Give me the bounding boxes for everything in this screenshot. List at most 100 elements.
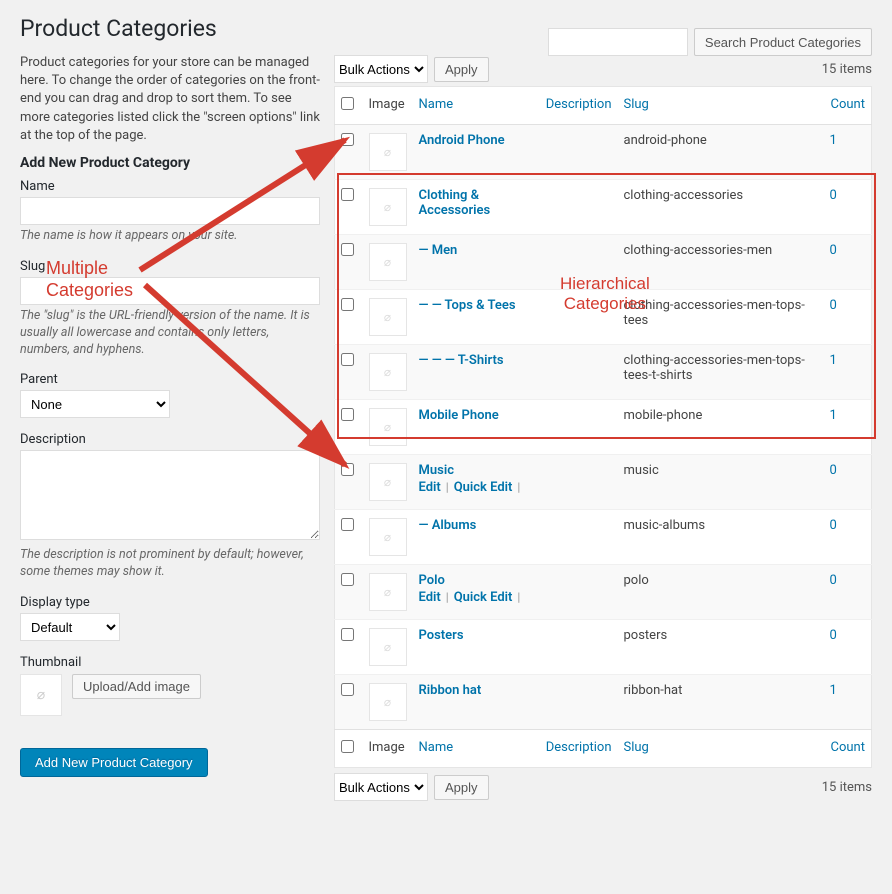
- parent-label: Parent: [20, 372, 320, 387]
- row-name-link[interactable]: Ribbon hat: [419, 683, 482, 698]
- slug-hint: The "slug" is the URL-friendly version o…: [20, 308, 320, 359]
- col-count[interactable]: Count: [824, 87, 872, 125]
- row-edit-link[interactable]: Edit: [419, 480, 441, 495]
- row-name-link[interactable]: Posters: [419, 628, 464, 643]
- search-input[interactable]: [548, 28, 688, 56]
- row-description: [540, 675, 618, 730]
- row-quick-edit-link[interactable]: Quick Edit: [454, 590, 513, 605]
- row-count-link[interactable]: 1: [830, 133, 837, 148]
- row-thumbnail: ⌀: [369, 353, 407, 391]
- search-button[interactable]: Search Product Categories: [694, 28, 872, 56]
- row-thumbnail: ⌀: [369, 463, 407, 501]
- col-slug[interactable]: Slug: [618, 87, 824, 125]
- row-description: [540, 290, 618, 345]
- description-textarea[interactable]: [20, 450, 320, 540]
- row-checkbox[interactable]: [341, 463, 354, 476]
- form-heading: Add New Product Category: [20, 155, 320, 171]
- name-input[interactable]: [20, 197, 320, 225]
- row-description: [540, 510, 618, 565]
- parent-select[interactable]: None: [20, 390, 170, 418]
- select-all-top[interactable]: [341, 97, 354, 110]
- categories-table: Image Name Description Slug Count ⌀ Andr…: [334, 86, 872, 768]
- row-actions: Edit | Quick Edit |: [419, 480, 534, 495]
- row-count-link[interactable]: 0: [830, 628, 837, 643]
- table-row: ⌀ Polo Edit | Quick Edit | polo 0: [335, 565, 872, 620]
- row-checkbox[interactable]: [341, 628, 354, 641]
- row-checkbox[interactable]: [341, 298, 354, 311]
- row-thumbnail: ⌀: [369, 298, 407, 336]
- row-count-link[interactable]: 0: [830, 243, 837, 258]
- apply-button-bottom[interactable]: Apply: [434, 775, 489, 800]
- slug-label: Slug: [20, 259, 320, 274]
- bulk-actions-select-top[interactable]: Bulk Actions: [334, 55, 428, 83]
- row-edit-link[interactable]: Edit: [419, 590, 441, 605]
- table-row: ⌀ — — Tops & Tees clothing-accessories-m…: [335, 290, 872, 345]
- table-row: ⌀ Ribbon hat ribbon-hat 1: [335, 675, 872, 730]
- row-name-link[interactable]: — — — T-Shirts: [419, 353, 504, 368]
- col-count-foot[interactable]: Count: [824, 730, 872, 768]
- col-image: Image: [363, 87, 413, 125]
- table-row: ⌀ Mobile Phone mobile-phone 1: [335, 400, 872, 455]
- row-name-link[interactable]: Polo: [419, 573, 445, 588]
- row-count-link[interactable]: 0: [830, 518, 837, 533]
- upload-image-button[interactable]: Upload/Add image: [72, 674, 201, 699]
- row-thumbnail: ⌀: [369, 243, 407, 281]
- row-count-link[interactable]: 0: [830, 463, 837, 478]
- row-checkbox[interactable]: [341, 243, 354, 256]
- row-slug: clothing-accessories-men: [618, 235, 824, 290]
- row-name-link[interactable]: — Albums: [419, 518, 477, 533]
- image-placeholder-icon: ⌀: [384, 145, 391, 159]
- row-name-link[interactable]: — Men: [419, 243, 458, 258]
- bulk-actions-select-bottom[interactable]: Bulk Actions: [334, 773, 428, 801]
- row-checkbox[interactable]: [341, 133, 354, 146]
- col-image-foot: Image: [363, 730, 413, 768]
- table-row: ⌀ — Men clothing-accessories-men 0: [335, 235, 872, 290]
- row-description: [540, 565, 618, 620]
- row-name-link[interactable]: Mobile Phone: [419, 408, 499, 423]
- row-name-link[interactable]: Android Phone: [419, 133, 505, 148]
- image-placeholder-icon: ⌀: [384, 365, 391, 379]
- row-count-link[interactable]: 1: [830, 683, 837, 698]
- row-name-link[interactable]: Clothing & Accessories: [419, 188, 491, 218]
- row-count-link[interactable]: 0: [830, 188, 837, 203]
- row-checkbox[interactable]: [341, 683, 354, 696]
- slug-input[interactable]: [20, 277, 320, 305]
- row-count-link[interactable]: 1: [830, 353, 837, 368]
- add-category-button[interactable]: Add New Product Category: [20, 748, 208, 777]
- col-name[interactable]: Name: [413, 87, 540, 125]
- table-row: ⌀ Clothing & Accessories clothing-access…: [335, 180, 872, 235]
- add-category-form: Add New Product Category Name The name i…: [20, 155, 320, 777]
- col-slug-foot[interactable]: Slug: [618, 730, 824, 768]
- table-row: ⌀ — Albums music-albums 0: [335, 510, 872, 565]
- row-checkbox[interactable]: [341, 188, 354, 201]
- row-count-link[interactable]: 0: [830, 298, 837, 313]
- image-placeholder-icon: ⌀: [384, 310, 391, 324]
- row-checkbox[interactable]: [341, 573, 354, 586]
- col-description[interactable]: Description: [540, 87, 618, 125]
- row-checkbox[interactable]: [341, 353, 354, 366]
- row-quick-edit-link[interactable]: Quick Edit: [454, 480, 513, 495]
- row-description: [540, 345, 618, 400]
- table-row: ⌀ — — — T-Shirts clothing-accessories-me…: [335, 345, 872, 400]
- image-placeholder-icon: ⌀: [384, 200, 391, 214]
- search-form: Search Product Categories: [548, 28, 872, 56]
- row-checkbox[interactable]: [341, 408, 354, 421]
- name-hint: The name is how it appears on your site.: [20, 228, 320, 245]
- row-slug: posters: [618, 620, 824, 675]
- col-description-foot[interactable]: Description: [540, 730, 618, 768]
- row-name-link[interactable]: — — Tops & Tees: [419, 298, 516, 313]
- row-name-link[interactable]: Music: [419, 463, 454, 478]
- image-placeholder-icon: ⌀: [384, 530, 391, 544]
- apply-button-top[interactable]: Apply: [434, 57, 489, 82]
- display-type-select[interactable]: Default: [20, 613, 120, 641]
- image-placeholder-icon: ⌀: [384, 420, 391, 434]
- row-count-link[interactable]: 1: [830, 408, 837, 423]
- row-checkbox[interactable]: [341, 518, 354, 531]
- row-count-link[interactable]: 0: [830, 573, 837, 588]
- thumbnail-preview: ⌀: [20, 674, 62, 716]
- table-row: ⌀ Android Phone android-phone 1: [335, 125, 872, 180]
- row-thumbnail: ⌀: [369, 683, 407, 721]
- row-description: [540, 400, 618, 455]
- select-all-bottom[interactable]: [341, 740, 354, 753]
- col-name-foot[interactable]: Name: [413, 730, 540, 768]
